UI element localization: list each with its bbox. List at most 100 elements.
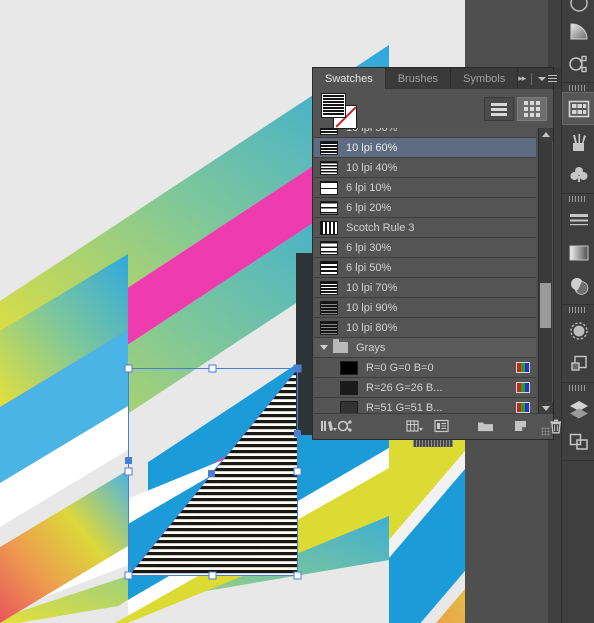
panel-toolbar[interactable] [313, 89, 553, 131]
rail-item-appearance[interactable] [562, 314, 594, 347]
rail-grip[interactable] [562, 83, 594, 92]
new-swatch-icon [515, 421, 526, 431]
swatch-row[interactable]: R=26 G=26 B... [314, 378, 536, 398]
view-mode-buttons[interactable] [484, 97, 547, 121]
swatch-label: R=51 G=51 B... [366, 401, 443, 414]
gradient-bar-icon [569, 245, 588, 260]
swatch-row[interactable]: 10 lpi 70% [314, 278, 536, 298]
rail-item-stroke[interactable] [562, 203, 594, 236]
swatch-options-dialog-button[interactable] [434, 415, 449, 437]
rgb-mode-icon [516, 362, 530, 373]
symbols-clover-icon [570, 166, 587, 182]
rail-item-graphic-styles[interactable] [562, 347, 594, 380]
swatch-label: 10 lpi 40% [346, 161, 398, 174]
show-swatch-kinds-menu-button[interactable] [338, 415, 354, 437]
swatch-label: R=0 G=0 B=0 [366, 361, 434, 374]
rail-item-graphic-styles-node[interactable] [562, 47, 594, 80]
rail-item-layers[interactable] [562, 392, 594, 425]
rail-grip[interactable] [562, 305, 594, 314]
panel-tab-bar[interactable]: Swatches Brushes Symbols ▸▸ [313, 68, 558, 89]
rail-grip[interactable] [562, 383, 594, 392]
rail-item-partial-top[interactable] [562, 0, 594, 14]
list-view-button[interactable] [484, 97, 514, 121]
swatch-options-button[interactable] [406, 415, 424, 437]
rail-item-gradient[interactable] [562, 236, 594, 269]
scroll-up-button[interactable] [539, 128, 553, 141]
pattern-thumbnail-vertical [320, 220, 338, 235]
rail-item-symbols[interactable] [562, 158, 594, 191]
tab-symbols-label: Symbols [463, 72, 506, 85]
grid-view-icon [524, 101, 540, 117]
swatch-label: R=26 G=26 B... [366, 381, 443, 394]
disclosure-triangle-icon[interactable] [320, 345, 328, 350]
swatch-group-label: Grays [356, 341, 386, 354]
tab-symbols[interactable]: Symbols [451, 68, 519, 89]
swatch-row[interactable]: 6 lpi 50% [314, 258, 536, 278]
grid-view-button[interactable] [517, 97, 547, 121]
scrollbar-thumb[interactable] [540, 283, 551, 328]
pattern-thumbnail [320, 320, 338, 335]
swatch-row[interactable]: 6 lpi 20% [314, 198, 536, 218]
rail-item-brushes[interactable] [562, 125, 594, 158]
swatches-footer[interactable] [314, 413, 562, 438]
pattern-thumbnail [320, 140, 338, 155]
rail-item-gradient-fan[interactable] [562, 14, 594, 47]
panel-bottom-grip[interactable] [413, 440, 453, 447]
swatch-label: 6 lpi 20% [346, 201, 392, 214]
pattern-thumbnail [320, 280, 338, 295]
rail-grip[interactable] [562, 194, 594, 203]
new-color-group-button[interactable] [477, 415, 495, 437]
swatches-list[interactable]: 10 lpi 50% 10 lpi 60% 10 lpi 40% 6 lpi 1… [314, 128, 552, 415]
swatch-row[interactable]: 10 lpi 90% [314, 298, 536, 318]
swatches-panel[interactable]: Swatches Brushes Symbols ▸▸ 10 lpi 60% 1… [313, 68, 562, 447]
rail-group-0 [562, 0, 594, 83]
panel-tab-controls[interactable]: ▸▸ [518, 68, 563, 89]
rail-item-artboards[interactable] [562, 425, 594, 458]
pattern-thumbnail [320, 160, 338, 175]
layers-stack-icon [569, 400, 588, 418]
chevron-down-icon [538, 76, 547, 81]
graphic-styles-squares-icon [570, 355, 587, 371]
panel-resize-grip[interactable] [541, 427, 550, 436]
folder-icon [333, 339, 348, 353]
fill-swatch[interactable] [321, 93, 346, 118]
swatch-row[interactable]: 10 lpi 80% [314, 318, 536, 338]
swatch-label: 10 lpi 70% [346, 281, 398, 294]
pattern-thumbnail [320, 200, 338, 215]
appearance-circle-icon [569, 321, 588, 340]
swatch-label: 6 lpi 10% [346, 181, 392, 194]
swatch-row[interactable]: 10 lpi 50% [314, 128, 536, 138]
rail-item-transparency[interactable] [562, 269, 594, 302]
folder-icon [478, 422, 493, 432]
swatch-libraries-icon [321, 421, 337, 431]
swatch-row[interactable]: 10 lpi 40% [314, 158, 536, 178]
fill-stroke-indicator[interactable] [321, 93, 361, 129]
swatch-options-icon [434, 419, 449, 433]
swatch-row[interactable]: Scotch Rule 3 [314, 218, 536, 238]
pattern-thumbnail [320, 300, 338, 315]
rail-item-swatches[interactable] [562, 92, 594, 125]
pattern-thumbnail [320, 260, 338, 275]
new-swatch-button[interactable] [513, 415, 529, 437]
pattern-thumbnail [320, 180, 338, 195]
tab-swatches[interactable]: Swatches [313, 68, 386, 89]
swatch-label: Scotch Rule 3 [346, 221, 415, 234]
stroke-lines-icon [569, 213, 588, 225]
collapsed-panel-rail[interactable] [561, 0, 594, 623]
swatch-label: 6 lpi 30% [346, 241, 392, 254]
swatches-scrollbar[interactable] [538, 128, 553, 415]
artboards-icon [569, 433, 588, 450]
tab-brushes[interactable]: Brushes [386, 68, 452, 89]
panel-menu-icon[interactable] [538, 75, 558, 82]
swatch-row[interactable]: R=0 G=0 B=0 [314, 358, 536, 378]
swatch-row[interactable]: 6 lpi 10% [314, 178, 536, 198]
swatch-row[interactable]: 6 lpi 30% [314, 238, 536, 258]
swatch-row-selected[interactable]: 10 lpi 60% [314, 138, 536, 158]
swatch-libraries-menu-button[interactable] [320, 415, 338, 437]
arrow-down-icon [542, 406, 550, 411]
double-chevron-right-icon[interactable]: ▸▸ [518, 73, 526, 84]
list-view-icon [491, 102, 507, 116]
swatch-group-row[interactable]: Grays [314, 338, 536, 358]
rgb-mode-icon [516, 402, 530, 413]
new-color-group-icon [406, 420, 423, 432]
